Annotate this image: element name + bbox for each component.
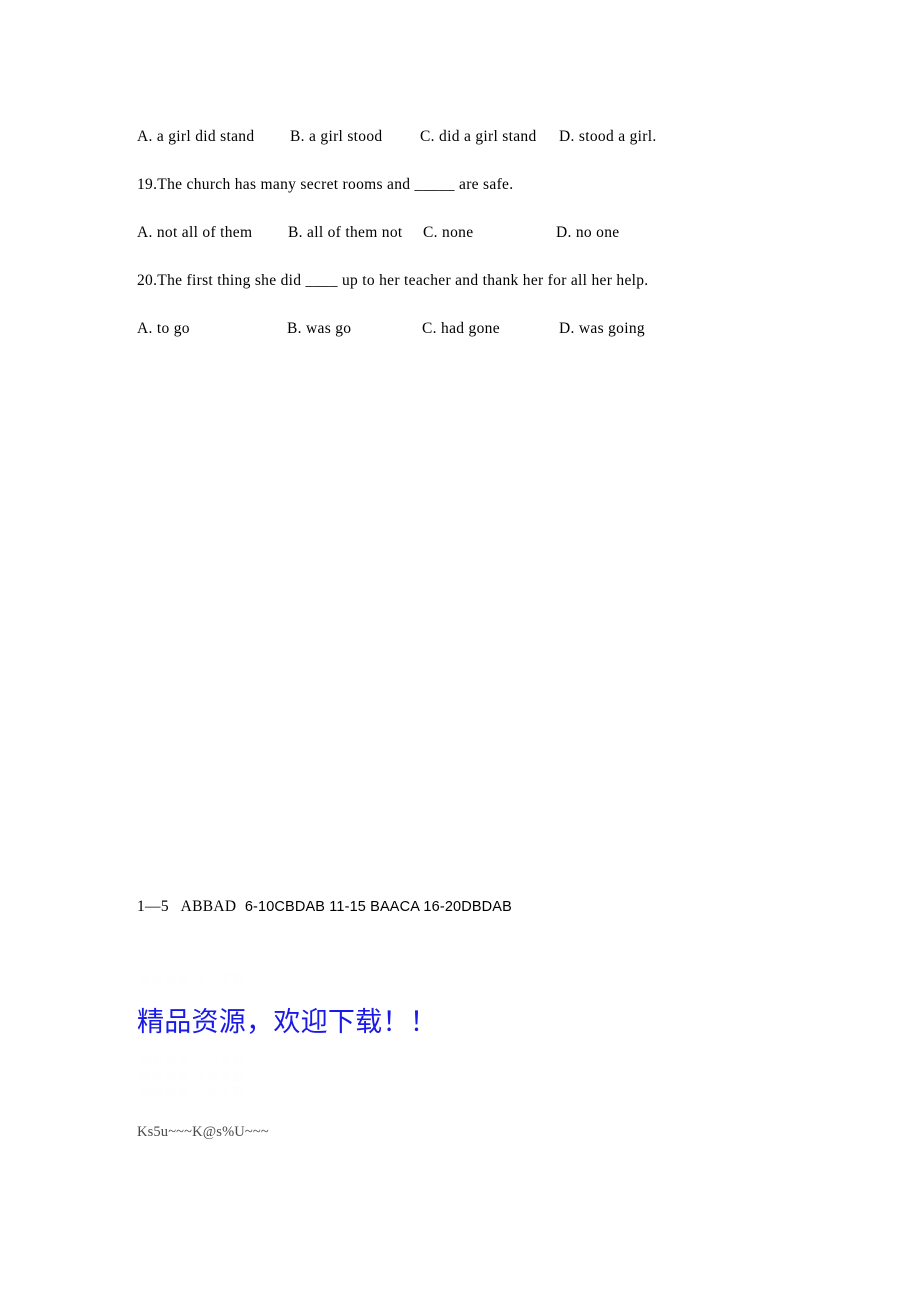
question-18-options-row: A. a girl did stand B. a girl stood C. d… [0, 128, 920, 150]
question-19-options-row: A. not all of them B. all of them not C.… [0, 224, 920, 246]
faint-watermark-line: 精品资源 欢迎下载 [139, 1084, 245, 1098]
promo-text: 精品资源，欢迎下载！！ [137, 1007, 437, 1037]
option-b: B. all of them not [288, 224, 403, 241]
document-page: A. a girl did stand B. a girl stood C. d… [0, 0, 920, 1302]
question-19-stem: 19.The church has many secret rooms and … [137, 176, 514, 193]
faint-watermark-line: 精品资源 欢迎下载 [139, 1070, 245, 1084]
option-d: D. stood a girl. [559, 128, 657, 145]
option-c: C. had gone [422, 320, 500, 337]
option-a: A. to go [137, 320, 190, 337]
question-20-options-row: A. to go B. was go C. had gone D. was go… [0, 320, 920, 342]
option-d: D. was going [559, 320, 645, 337]
option-a: A. not all of them [137, 224, 253, 241]
question-20-stem: 20.The first thing she did ____ up to he… [137, 272, 649, 289]
option-c: C. none [423, 224, 474, 241]
faint-watermark-line: 精品资源 欢迎下载 [139, 1056, 245, 1070]
option-a: A. a girl did stand [137, 128, 255, 145]
option-c: C. did a girl stand [420, 128, 537, 145]
answer-key-line: 1—5 ABBAD 6-10CBDAB 11-15 BAACA 16-20DBD… [137, 898, 512, 916]
answer-key-sans-segment: 6-10CBDAB 11-15 BAACA 16-20DBDAB [244, 899, 512, 915]
ks5u-watermark: Ks5u~~~K@s%U~~~ [137, 1124, 269, 1140]
option-b: B. was go [287, 320, 352, 337]
option-d: D. no one [556, 224, 620, 241]
faint-watermark-line: 精品资源 欢迎下载 [139, 973, 245, 987]
answer-key-serif-segment: 1—5 ABBAD [137, 898, 245, 915]
option-b: B. a girl stood [290, 128, 383, 145]
